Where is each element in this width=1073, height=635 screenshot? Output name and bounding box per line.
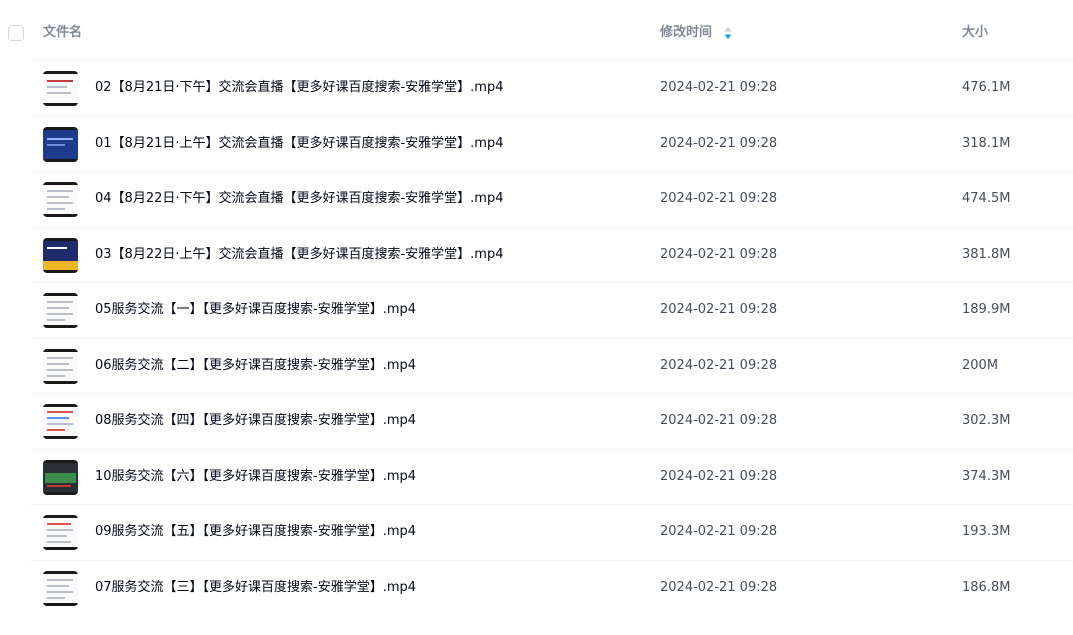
file-size: 476.1M <box>962 80 1011 95</box>
file-name[interactable]: 03【8月22日·上午】交流会直播【更多好课百度搜索-安雅学堂】.mp4 <box>95 246 504 264</box>
file-row[interactable]: 07服务交流【三】【更多好课百度搜索-安雅学堂】.mp4 2024-02-21 0… <box>30 559 1073 616</box>
video-thumbnail-icon <box>43 515 78 550</box>
file-modified-time: 2024-02-21 09:28 <box>660 468 778 484</box>
video-thumbnail-icon <box>43 404 78 439</box>
file-modified-time: 2024-02-21 09:28 <box>660 80 778 95</box>
file-name[interactable]: 05服务交流【一】【更多好课百度搜索-安雅学堂】.mp4 <box>95 301 416 319</box>
file-row[interactable]: 04【8月22日·下午】交流会直播【更多好课百度搜索-安雅学堂】.mp4 2024… <box>30 171 1073 227</box>
file-row[interactable]: 05服务交流【一】【更多好课百度搜索-安雅学堂】.mp4 2024-02-21 0… <box>30 282 1073 338</box>
file-modified-time: 2024-02-21 09:28 <box>660 135 778 151</box>
column-header-size[interactable]: 大小 <box>962 24 988 42</box>
file-size: 318.1M <box>962 135 1011 151</box>
file-size: 302.3M <box>962 413 1011 428</box>
video-thumbnail-icon <box>43 348 78 384</box>
file-size: 474.5M <box>962 191 1011 206</box>
file-modified-time: 2024-02-21 09:28 <box>660 579 778 595</box>
video-thumbnail-icon <box>43 126 78 162</box>
select-all-checkbox[interactable] <box>8 25 24 41</box>
file-name[interactable]: 04【8月22日·下午】交流会直播【更多好课百度搜索-安雅学堂】.mp4 <box>95 190 504 208</box>
file-modified-time: 2024-02-21 09:28 <box>660 357 778 373</box>
file-name[interactable]: 06服务交流【二】【更多好课百度搜索-安雅学堂】.mp4 <box>95 357 416 375</box>
file-name[interactable]: 09服务交流【五】【更多好课百度搜索-安雅学堂】.mp4 <box>95 523 416 541</box>
file-modified-time: 2024-02-21 09:28 <box>660 413 778 428</box>
file-name[interactable]: 02【8月21日·下午】交流会直播【更多好课百度搜索-安雅学堂】.mp4 <box>95 79 504 97</box>
file-modified-time: 2024-02-21 09:28 <box>660 302 778 317</box>
column-header-modified[interactable]: 修改时间 <box>660 24 712 42</box>
file-row[interactable]: 06服务交流【二】【更多好课百度搜索-安雅学堂】.mp4 2024-02-21 0… <box>30 337 1073 394</box>
sort-desc-icon[interactable] <box>724 27 732 39</box>
file-modified-time: 2024-02-21 09:28 <box>660 191 778 206</box>
file-modified-time: 2024-02-21 09:28 <box>660 246 778 262</box>
video-thumbnail-icon <box>43 71 78 106</box>
file-row[interactable]: 02【8月21日·下午】交流会直播【更多好课百度搜索-安雅学堂】.mp4 2024… <box>30 60 1073 116</box>
file-row[interactable]: 09服务交流【五】【更多好课百度搜索-安雅学堂】.mp4 2024-02-21 0… <box>30 504 1073 560</box>
file-row[interactable]: 08服务交流【四】【更多好课百度搜索-安雅学堂】.mp4 2024-02-21 0… <box>30 393 1073 449</box>
video-thumbnail-icon <box>43 237 78 273</box>
video-thumbnail-icon <box>43 570 78 606</box>
file-row[interactable]: 03【8月22日·上午】交流会直播【更多好课百度搜索-安雅学堂】.mp4 2024… <box>30 226 1073 283</box>
file-modified-time: 2024-02-21 09:28 <box>660 524 778 539</box>
video-thumbnail-icon <box>43 293 78 328</box>
file-list: 02【8月21日·下午】交流会直播【更多好课百度搜索-安雅学堂】.mp4 2024… <box>30 60 1073 615</box>
file-size: 200M <box>962 357 999 373</box>
file-name[interactable]: 08服务交流【四】【更多好课百度搜索-安雅学堂】.mp4 <box>95 412 416 430</box>
video-thumbnail-icon <box>43 459 78 495</box>
file-size: 381.8M <box>962 246 1011 262</box>
column-header-name[interactable]: 文件名 <box>43 24 82 42</box>
file-name[interactable]: 07服务交流【三】【更多好课百度搜索-安雅学堂】.mp4 <box>95 579 416 597</box>
file-row[interactable]: 10服务交流【六】【更多好课百度搜索-安雅学堂】.mp4 2024-02-21 0… <box>30 448 1073 505</box>
file-list-header: 文件名 修改时间 大小 <box>0 0 1073 60</box>
video-thumbnail-icon <box>43 182 78 217</box>
file-size: 189.9M <box>962 302 1011 317</box>
file-size: 186.8M <box>962 579 1011 595</box>
file-name[interactable]: 10服务交流【六】【更多好课百度搜索-安雅学堂】.mp4 <box>95 468 416 486</box>
file-row[interactable]: 01【8月21日·上午】交流会直播【更多好课百度搜索-安雅学堂】.mp4 2024… <box>30 115 1073 172</box>
file-name[interactable]: 01【8月21日·上午】交流会直播【更多好课百度搜索-安雅学堂】.mp4 <box>95 135 504 153</box>
file-size: 193.3M <box>962 524 1011 539</box>
file-size: 374.3M <box>962 468 1011 484</box>
